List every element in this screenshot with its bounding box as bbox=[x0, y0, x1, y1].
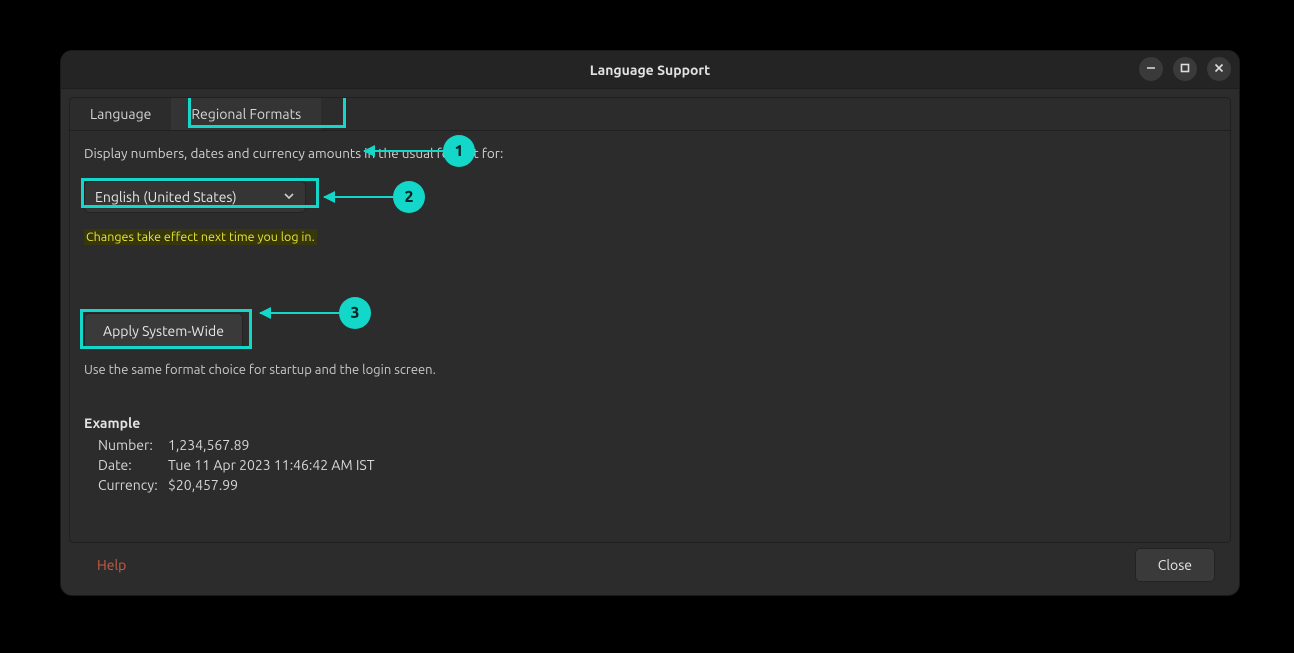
change-notice: Changes take effect next time you log in… bbox=[84, 229, 317, 245]
example-date-value: Tue 11 Apr 2023 11:46:42 AM IST bbox=[168, 457, 375, 473]
tab-regional-formats[interactable]: Regional Formats bbox=[171, 98, 321, 130]
tab-language[interactable]: Language bbox=[70, 98, 171, 130]
maximize-icon bbox=[1180, 63, 1190, 75]
chevron-down-icon bbox=[283, 189, 295, 205]
example-currency-value: $20,457.99 bbox=[168, 477, 238, 493]
example-number-value: 1,234,567.89 bbox=[168, 437, 249, 453]
locale-select-value: English (United States) bbox=[95, 189, 237, 205]
tabbar: Language Regional Formats bbox=[69, 97, 1231, 130]
example-number-label: Number: bbox=[98, 437, 168, 453]
example-block: Example Number: 1,234,567.89 Date: Tue 1… bbox=[84, 415, 1216, 495]
example-currency-row: Currency: $20,457.99 bbox=[84, 475, 1216, 495]
close-icon bbox=[1214, 63, 1224, 75]
window-title: Language Support bbox=[590, 62, 710, 78]
window-controls bbox=[1139, 57, 1231, 81]
minimize-button[interactable] bbox=[1139, 57, 1163, 81]
language-support-window: Language Support Language Regional Forma… bbox=[60, 50, 1240, 596]
close-button[interactable]: Close bbox=[1135, 548, 1215, 582]
example-currency-label: Currency: bbox=[98, 477, 168, 493]
example-heading: Example bbox=[84, 415, 1216, 431]
close-window-button[interactable] bbox=[1207, 57, 1231, 81]
maximize-button[interactable] bbox=[1173, 57, 1197, 81]
apply-description: Use the same format choice for startup a… bbox=[84, 363, 1216, 377]
apply-system-wide-button[interactable]: Apply System-Wide bbox=[84, 313, 243, 349]
locale-select[interactable]: English (United States) bbox=[84, 181, 306, 213]
content-area: Language Regional Formats 1 Display numb… bbox=[61, 89, 1239, 595]
example-number-row: Number: 1,234,567.89 bbox=[84, 435, 1216, 455]
example-date-label: Date: bbox=[98, 457, 168, 473]
minimize-icon bbox=[1146, 63, 1156, 75]
regional-formats-panel: 1 Display numbers, dates and currency am… bbox=[69, 130, 1231, 543]
dialog-footer: Help Close bbox=[69, 543, 1231, 595]
example-date-row: Date: Tue 11 Apr 2023 11:46:42 AM IST bbox=[84, 455, 1216, 475]
titlebar: Language Support bbox=[61, 51, 1239, 89]
format-description: Display numbers, dates and currency amou… bbox=[84, 145, 1216, 161]
help-link[interactable]: Help bbox=[97, 557, 126, 573]
